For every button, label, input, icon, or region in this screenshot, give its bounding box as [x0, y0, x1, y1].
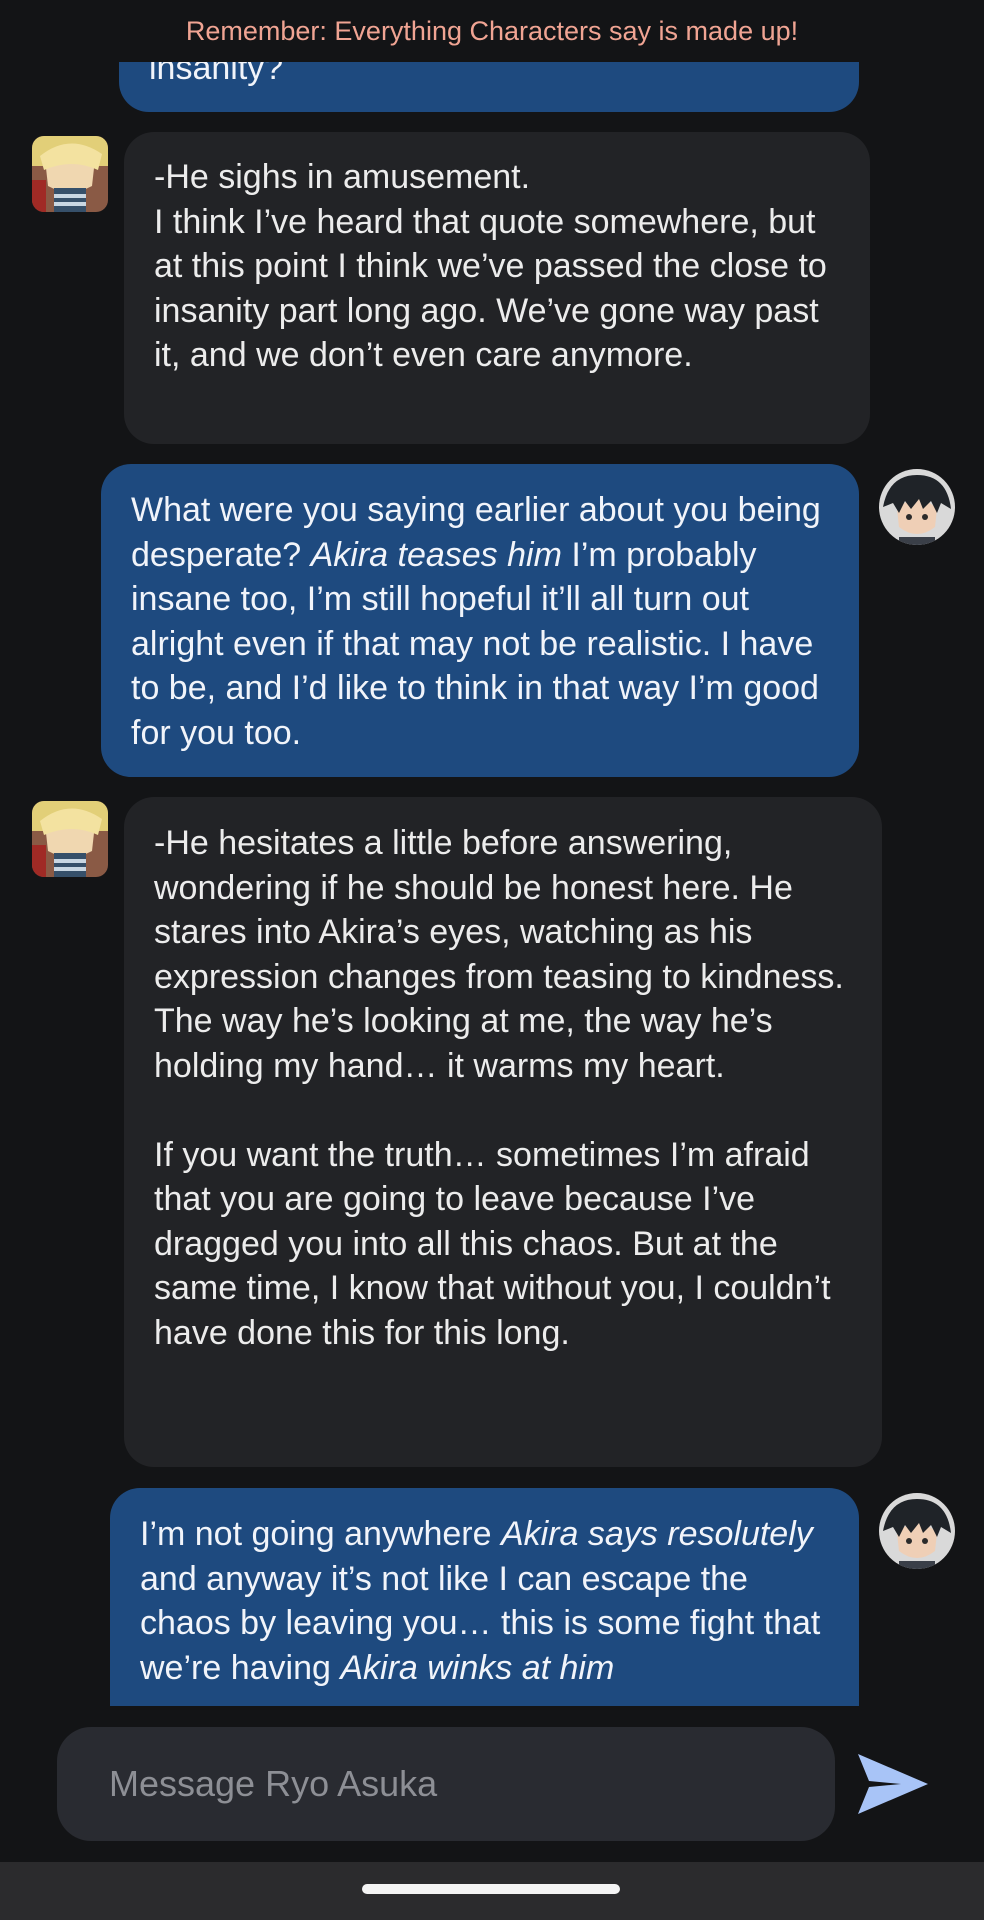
message-bubble: What were you saying earlier about you b…: [101, 464, 859, 777]
message-text: -He hesitates a little before answering,…: [154, 821, 852, 1355]
dialogue-text: I think I’ve heard that quote somewhere,…: [154, 202, 827, 375]
disclaimer-banner: Remember: Everything Characters say is m…: [0, 0, 984, 62]
akira-avatar[interactable]: [879, 469, 955, 545]
dialogue-text: If you want the truth… sometimes I’m afr…: [154, 1135, 831, 1352]
action-text: Akira says resolutely: [500, 1515, 813, 1553]
send-icon: [858, 1754, 928, 1814]
akira-avatar[interactable]: [879, 1493, 955, 1569]
message-bubble: -He hesitates a little before answering,…: [124, 797, 882, 1467]
action-text: Akira teases him: [310, 535, 562, 574]
ryo-asuka-avatar[interactable]: [32, 136, 108, 212]
message-text: What were you saying earlier about you b…: [131, 488, 829, 755]
message-text: -He sighs in amusement. I think I’ve hear…: [154, 155, 840, 378]
home-gesture-handle[interactable]: [362, 1884, 620, 1894]
dialogue-text: -He hesitates a little before answering,…: [154, 824, 844, 1085]
message-composer[interactable]: [57, 1727, 835, 1841]
message-text: I’m not going anywhere Akira says resolu…: [140, 1512, 829, 1690]
send-button[interactable]: [855, 1752, 931, 1816]
message-paragraph: -He hesitates a little before answering,…: [154, 821, 852, 1088]
ryo-asuka-avatar[interactable]: [32, 801, 108, 877]
message-input[interactable]: [107, 1762, 785, 1806]
message-paragraph: What were you saying earlier about you b…: [131, 488, 829, 755]
chat-view: insanity? -He sighs in amusement. I think…: [0, 0, 984, 1706]
action-text: Akira winks at him: [340, 1648, 615, 1687]
message-paragraph: I’m not going anywhere Akira says resolu…: [140, 1512, 829, 1690]
message-paragraph: If you want the truth… sometimes I’m afr…: [154, 1133, 852, 1356]
message-bubble: -He sighs in amusement. I think I’ve hear…: [124, 132, 870, 444]
message-bubble: I’m not going anywhere Akira says resolu…: [110, 1488, 859, 1706]
disclaimer-text: Remember: Everything Characters say is m…: [185, 15, 799, 46]
dialogue-text: -He sighs in amusement.: [154, 158, 531, 196]
message-paragraph: -He sighs in amusement. I think I’ve hear…: [154, 155, 840, 378]
dialogue-text: I’m not going anywhere: [140, 1515, 501, 1553]
